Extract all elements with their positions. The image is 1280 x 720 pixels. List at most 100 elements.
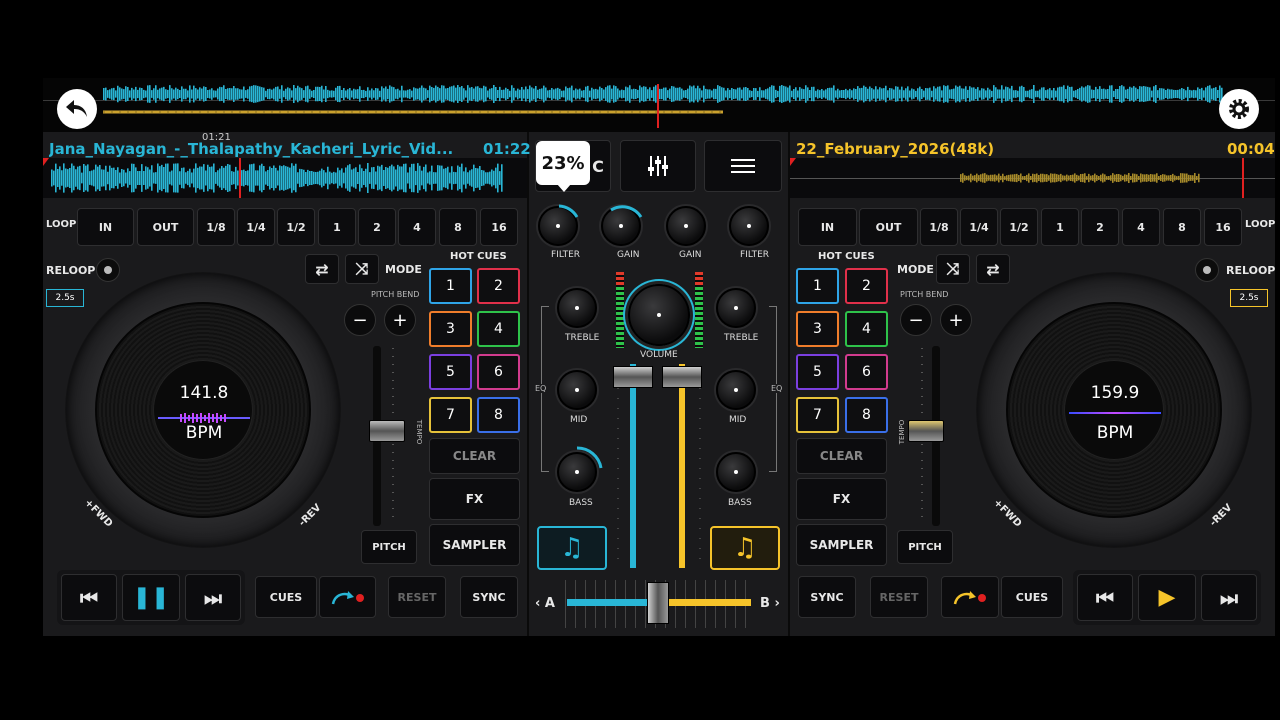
tempo-label: TEMPO	[898, 419, 907, 445]
deck-b-bass-knob[interactable]	[716, 452, 756, 492]
deck-b-track-title: 22_February_2026(48k)	[796, 140, 995, 158]
deck-b-library-button[interactable]: ♫	[710, 526, 780, 570]
deck-b-mid-knob[interactable]	[716, 370, 756, 410]
loop-in-button[interactable]: IN	[77, 208, 134, 246]
hot-cue-pad-5[interactable]: 5	[429, 354, 472, 390]
deck-b-bpm-value: 159.9	[1090, 383, 1140, 403]
hot-cue-pad-1[interactable]: 1	[796, 268, 839, 304]
deck-a-waveform[interactable]	[43, 158, 527, 198]
deck-a-jog-wheel[interactable]: 141.8 BPM	[65, 272, 341, 548]
record-cue-button[interactable]	[941, 576, 999, 618]
deck-a-channel-fader-thumb[interactable]	[613, 366, 653, 388]
previous-button[interactable]: ⏮	[61, 574, 117, 621]
sampler-button[interactable]: SAMPLER	[429, 524, 520, 566]
previous-button[interactable]: ⏮	[1077, 574, 1133, 621]
reset-button[interactable]: RESET	[870, 576, 928, 618]
loop-size-button[interactable]: 16	[1204, 208, 1242, 246]
clear-button[interactable]: CLEAR	[796, 438, 887, 474]
hot-cue-pad-8[interactable]: 8	[477, 397, 520, 433]
hot-cue-pad-5[interactable]: 5	[796, 354, 839, 390]
record-cue-button[interactable]	[319, 576, 376, 618]
hot-cue-pad-6[interactable]: 6	[477, 354, 520, 390]
pitch-button[interactable]: PITCH	[361, 530, 417, 564]
loop-out-button[interactable]: OUT	[859, 208, 918, 246]
tempo-slider-thumb[interactable]	[908, 420, 944, 442]
pitch-bend-plus[interactable]: +	[384, 304, 416, 336]
loop-size-button[interactable]: 2	[358, 208, 396, 246]
deck-a-treble-knob[interactable]	[557, 288, 597, 328]
hot-cue-pad-4[interactable]: 4	[477, 311, 520, 347]
next-button[interactable]: ⏭	[1201, 574, 1257, 621]
loop-size-button[interactable]: 4	[1122, 208, 1160, 246]
master-volume-knob[interactable]	[628, 284, 690, 346]
hot-cue-pad-2[interactable]: 2	[845, 268, 888, 304]
play-button[interactable]: ▶	[1138, 574, 1196, 621]
repeat-icon: ⇄	[315, 259, 329, 279]
cues-button[interactable]: CUES	[255, 576, 317, 618]
hot-cue-pad-2[interactable]: 2	[477, 268, 520, 304]
deck-b-waveform[interactable]	[790, 158, 1275, 198]
loop-mode-button[interactable]: ⇄	[976, 254, 1010, 284]
reset-button[interactable]: RESET	[388, 576, 446, 618]
deck-a-mid-knob[interactable]	[557, 370, 597, 410]
loop-size-button[interactable]: 1/4	[960, 208, 998, 246]
loop-label: LOOP	[1245, 219, 1275, 230]
cues-button[interactable]: CUES	[1001, 576, 1063, 618]
reloop-toggle[interactable]	[1195, 258, 1219, 282]
reloop-toggle[interactable]	[96, 258, 120, 282]
loop-size-button[interactable]: 1/2	[1000, 208, 1038, 246]
loop-size-button[interactable]: 1/8	[197, 208, 235, 246]
deck-a-library-button[interactable]: ♫	[537, 526, 607, 570]
loop-mode-button[interactable]: ⇄	[305, 254, 339, 284]
pitch-bend-plus[interactable]: +	[940, 304, 972, 336]
loop-size-button[interactable]: 1	[1041, 208, 1079, 246]
hot-cue-pad-6[interactable]: 6	[845, 354, 888, 390]
deck-b-treble-knob[interactable]	[716, 288, 756, 328]
loop-size-button[interactable]: 8	[439, 208, 477, 246]
settings-button[interactable]	[1219, 89, 1259, 129]
loop-out-button[interactable]: OUT	[137, 208, 194, 246]
hot-cue-pad-3[interactable]: 3	[796, 311, 839, 347]
crossfader-thumb[interactable]	[647, 582, 669, 624]
loop-size-button[interactable]: 4	[398, 208, 436, 246]
shuffle-button[interactable]: ⤨	[936, 254, 970, 284]
beat-visualizer	[1069, 412, 1161, 414]
loop-size-button[interactable]: 1/2	[277, 208, 315, 246]
loop-size-button[interactable]: 8	[1163, 208, 1201, 246]
hot-cue-pad-4[interactable]: 4	[845, 311, 888, 347]
fx-button[interactable]: FX	[796, 478, 887, 520]
hot-cue-pad-1[interactable]: 1	[429, 268, 472, 304]
loop-in-button[interactable]: IN	[798, 208, 857, 246]
hot-cue-pad-7[interactable]: 7	[796, 397, 839, 433]
loop-size-button[interactable]: 1/8	[920, 208, 958, 246]
deck-b-jog-wheel[interactable]: 159.9 BPM	[976, 272, 1252, 548]
pause-button[interactable]: ❚❚	[122, 574, 180, 621]
hot-cue-pad-3[interactable]: 3	[429, 311, 472, 347]
pitch-button[interactable]: PITCH	[897, 530, 953, 564]
tempo-slider-thumb[interactable]	[369, 420, 405, 442]
loop-size-button[interactable]: 16	[480, 208, 518, 246]
hot-cue-pad-7[interactable]: 7	[429, 397, 472, 433]
hot-cues-label: HOT CUES	[450, 251, 507, 262]
loop-size-button[interactable]: 1/4	[237, 208, 275, 246]
sync-button[interactable]: SYNC	[798, 576, 856, 618]
pitch-bend-minus[interactable]: −	[900, 304, 932, 336]
sampler-button[interactable]: SAMPLER	[796, 524, 887, 566]
pitch-bend-minus[interactable]: −	[344, 304, 376, 336]
back-button[interactable]	[57, 89, 97, 129]
sync-button[interactable]: SYNC	[460, 576, 518, 618]
loop-size-button[interactable]: 1	[318, 208, 356, 246]
clear-button[interactable]: CLEAR	[429, 438, 520, 474]
hot-cue-pad-8[interactable]: 8	[845, 397, 888, 433]
fx-button[interactable]: FX	[429, 478, 520, 520]
reloop-time-badge[interactable]: 2.5s	[46, 289, 84, 307]
loop-size-button[interactable]: 2	[1081, 208, 1119, 246]
mixer-view-button[interactable]	[620, 140, 696, 192]
reloop-time-badge[interactable]: 2.5s	[1230, 289, 1268, 307]
next-button[interactable]: ⏭	[185, 574, 241, 621]
deck-b-channel-fader-thumb[interactable]	[662, 366, 702, 388]
overview-waveform[interactable]	[43, 78, 1275, 132]
menu-button[interactable]	[704, 140, 782, 192]
shuffle-button[interactable]: ⤨	[345, 254, 379, 284]
dj-app: Jana_Nayagan_-_Thalapathy_Kacheri_Lyric_…	[43, 78, 1275, 636]
